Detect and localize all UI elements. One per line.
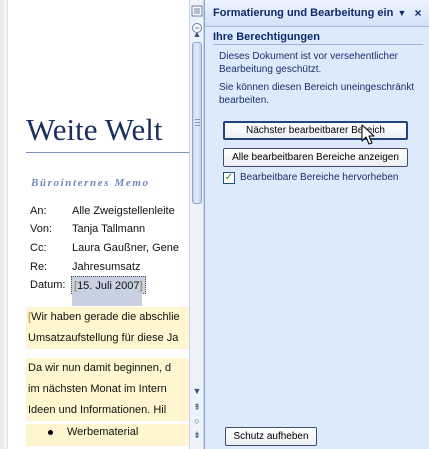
close-icon[interactable]: × [412, 6, 424, 20]
memo-re-value: Jahresumsatz [72, 261, 141, 273]
next-page-button[interactable]: ⇟ [191, 429, 203, 442]
chevron-down-icon[interactable]: ▼ [396, 6, 408, 20]
task-pane: Formatierung und Bearbeitung ein ▼ × Ihr… [204, 0, 429, 449]
task-pane-title: Formatierung und Bearbeitung ein [213, 7, 394, 19]
memo-cc-row: Cc: Laura Gaußner, Gene [30, 239, 179, 257]
memo-cc-value: Laura Gaußner, Gene [72, 242, 180, 254]
mouse-pointer-icon [361, 124, 375, 145]
memo-cc-label: Cc: [30, 242, 47, 254]
editable-paragraph-1[interactable]: [Wir haben gerade die abschlie Umsatzauf… [26, 307, 189, 349]
date-field-highlight [72, 293, 142, 306]
page-edge [0, 0, 8, 449]
show-all-editable-regions-button[interactable]: Alle bearbeitbaren Bereiche anzeigen [223, 148, 408, 167]
previous-page-button[interactable]: ⇞ [191, 401, 203, 414]
bullet-dot [48, 429, 53, 435]
para2-line1: Da wir nun damit beginnen, d [28, 362, 172, 374]
memo-to-label: An: [30, 205, 47, 217]
memo-date-row: Datum: [15. Juli 2007] [30, 276, 146, 294]
scrollbar-thumb[interactable] [192, 42, 202, 204]
document-area[interactable]: Weite Welt Bürointernes Memo An: Alle Zw… [0, 0, 189, 449]
section-divider [213, 44, 423, 45]
title-rule [26, 152, 189, 153]
memo-re-row: Re: Jahresumsatz [30, 258, 140, 276]
memo-from-value: Tanja Tallmann [72, 223, 146, 235]
document-title: Weite Welt [26, 112, 163, 147]
memo-re-label: Re: [30, 261, 48, 273]
bullet-item[interactable]: Werbematerial [48, 426, 138, 438]
stop-protection-button[interactable]: Schutz aufheben [225, 427, 317, 446]
protection-info: Dieses Dokument ist vor versehentlicher … [219, 51, 398, 75]
edit-permission-info: Sie können diesen Bereich uneingeschränk… [219, 82, 415, 106]
split-document-icon[interactable] [191, 5, 203, 17]
para1-line1: Wir haben gerade die abschlie [31, 311, 180, 323]
memo-to-row: An: Alle Zweigstellenleite [30, 202, 175, 220]
task-pane-titlebar: Formatierung und Bearbeitung ein ▼ × [205, 0, 429, 27]
para2-line2: im nächsten Monat im Intern [28, 383, 167, 395]
memo-date-label: Datum: [30, 279, 66, 291]
ruler-toggle-icon[interactable] [191, 22, 203, 34]
vertical-scrollbar[interactable]: ▲ ▼ ⇞ ○ ⇟ [189, 0, 204, 449]
memo-to-value: Alle Zweigstellenleite [72, 205, 175, 217]
date-field[interactable]: [15. Juli 2007] [71, 276, 146, 294]
para2-line3: Ideen und Informationen. Hil [28, 404, 167, 416]
next-editable-region-button[interactable]: Nächster bearbeitbarer Bereich [223, 121, 408, 140]
memo-from-row: Von: Tanja Tallmann [30, 220, 145, 238]
date-value: 15. Juli 2007 [77, 280, 140, 292]
permissions-heading: Ihre Berechtigungen [213, 31, 320, 43]
highlight-regions-label[interactable]: Bearbeitbare Bereiche hervorheben [240, 171, 398, 185]
para1-line2: Umsatzaufstellung für diese Ja [28, 332, 179, 344]
bullet-text: Werbematerial [67, 426, 139, 438]
select-browse-object-button[interactable]: ○ [191, 415, 203, 428]
editable-paragraph-2[interactable]: Da wir nun damit beginnen, d im nächsten… [26, 358, 189, 421]
document-subtitle: Bürointernes Memo [31, 177, 150, 189]
memo-from-label: Von: [30, 223, 53, 235]
scroll-down-button[interactable]: ▼ [191, 385, 203, 398]
highlight-regions-checkbox[interactable]: ✓ [223, 172, 235, 184]
